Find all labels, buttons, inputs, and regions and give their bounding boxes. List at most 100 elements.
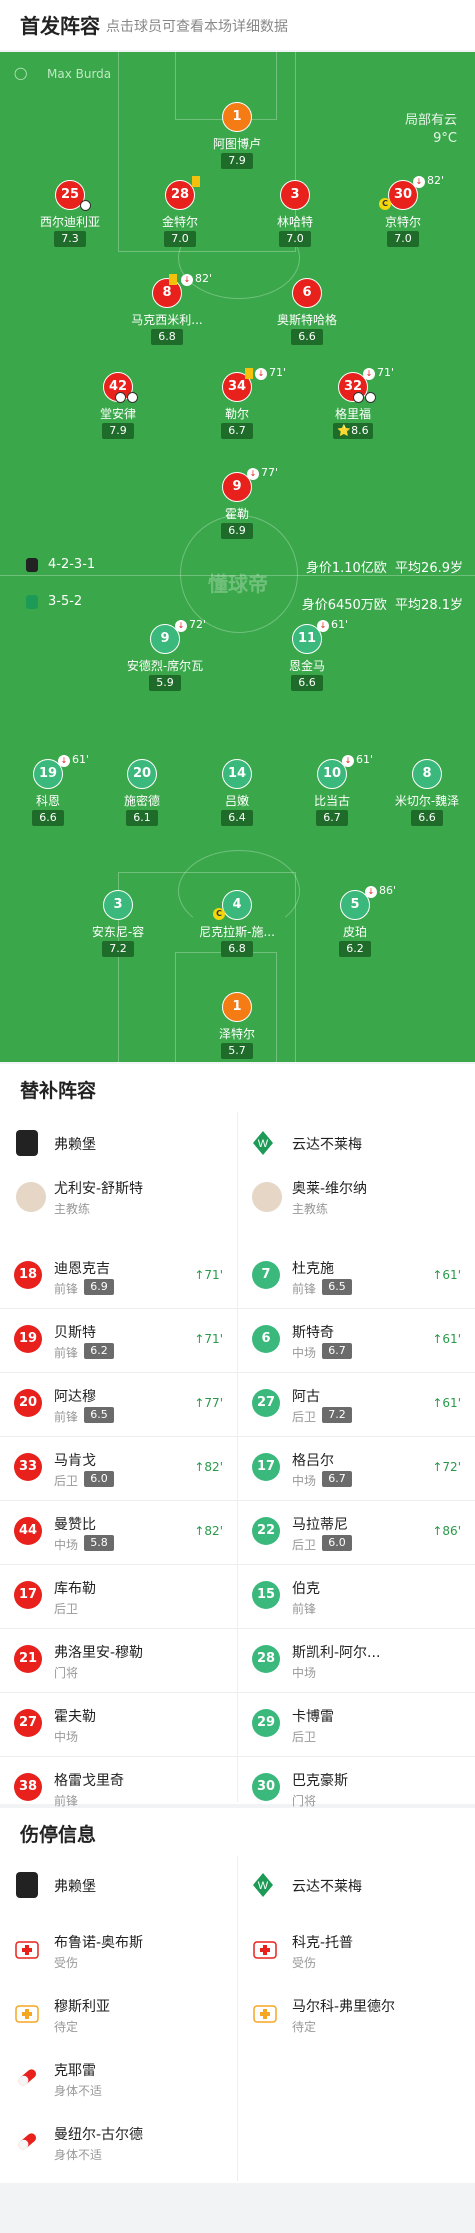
sub-in-time: ↑77' [194,1396,223,1410]
shirt-number: 19 [14,1325,42,1353]
home-player-42[interactable]: 42 堂安律 7.9 [68,372,168,452]
away-sub-row[interactable]: 15 伯克 前锋 [238,1564,475,1628]
home-player-8[interactable]: 8 ↓ 82' 马克西米利... 6.8 [117,272,217,358]
home-player-32[interactable]: 32 ↓ 71' 格里福 ⭐8.6 [303,366,403,452]
shirt-number: 38 [14,1773,42,1801]
player-name: 贝斯特 [54,1325,96,1341]
coach-label: 主教练 [292,1202,329,1216]
player-name: 布鲁诺-奥布斯 [54,1935,144,1951]
page-subtitle: 点击球员可查看本场详细数据 [106,19,288,35]
away-player-3[interactable]: 3 安东尼-容 7.2 [68,890,168,970]
sub-in-icon: ↑ [432,1524,443,1538]
away-injury-row[interactable]: 马尔科-弗里德尔 待定 [238,1982,475,2046]
away-sub-row[interactable]: 28 斯凯利-阿尔... 中场 [238,1628,475,1692]
away-sub-row[interactable]: 29 卡博雷 后卫 [238,1692,475,1756]
home-injury-row[interactable]: 布鲁诺-奥布斯 受伤 [0,1918,237,1982]
home-sub-row[interactable]: 20 阿达穆 前锋 6.5 ↑77' [0,1372,237,1436]
weather-temperature: 9°C [433,131,457,146]
sub-off-icon: ↓ [181,274,193,286]
home-coach-name[interactable]: 尤利安-舒斯特 [54,1178,143,1198]
sub-in-icon: ↑ [194,1460,205,1474]
weather: 局部有云 9°C [357,112,457,148]
away-sub-row[interactable]: 6 斯特奇 中场 6.7 ↑61' [238,1308,475,1372]
home-injury-row[interactable]: 穆斯利亚 待定 [0,1982,237,2046]
shirt-number: 33 [14,1453,42,1481]
player-name: 阿古 [292,1389,320,1405]
goal-ball-icon [353,392,364,403]
home-sub-row[interactable]: 21 弗洛里安-穆勒 门将 [0,1628,237,1692]
werder-logo-icon: W [252,1130,274,1156]
home-sub-row[interactable]: 33 马肯戈 后卫 6.0 ↑82' [0,1436,237,1500]
away-injury-row[interactable]: 科克-托普 受伤 [238,1918,475,1982]
sub-off-icon: ↓ [247,468,259,480]
coach-label: 主教练 [54,1202,91,1216]
shirt-number: 17 [14,1581,42,1609]
away-sub-row[interactable]: 7 杜克施 前锋 6.5 ↑61' [238,1244,475,1308]
home-player-6[interactable]: 6 奥斯特哈格 6.6 [257,278,357,358]
home-player-1[interactable]: 1 阿图博卢 7.9 [187,102,287,182]
home-player-28[interactable]: 28 金特尔 7.0 [130,176,230,260]
home-formation: 4-2-3-1 [26,557,95,572]
home-player-3[interactable]: 3 林哈特 7.0 [245,180,345,260]
home-sub-row[interactable]: 19 贝斯特 前锋 6.2 ↑71' [0,1308,237,1372]
home-injury-row[interactable]: 克耶雷 身体不适 [0,2046,237,2110]
freiburg-logo-icon [16,1872,38,1898]
player-name: 曼赞比 [54,1517,96,1533]
away-sub-row[interactable]: 22 马拉蒂尼 后卫 6.0 ↑86' [238,1500,475,1564]
home-sub-row[interactable]: 18 迪恩克吉 前锋 6.9 ↑71' [0,1244,237,1308]
referee-name: Max Burda [47,67,112,81]
page-title: 首发阵容 [20,14,100,38]
player-position: 中场 [54,1730,79,1744]
home-player-34[interactable]: 34 ↓ 71' 勒尔 6.7 [187,366,287,452]
watermark: 懂球帝 [208,572,268,596]
home-sub-row[interactable]: 27 霍夫勒 中场 [0,1692,237,1756]
away-player-5[interactable]: 5 ↓ 86' 皮珀 6.2 [305,884,405,970]
sub-off-icon: ↓ [413,176,425,188]
home-sub-row[interactable]: 44 曼赞比 中场 5.8 ↑82' [0,1500,237,1564]
home-player-9[interactable]: 9 ↓ 77' 霍勒 6.9 [187,466,287,552]
sub-off-icon: ↓ [317,620,329,632]
away-player-8[interactable]: 8 米切尔-魏泽 6.6 [377,759,475,839]
player-name: 霍夫勒 [54,1709,96,1725]
captain-icon: C [379,198,391,210]
whistle-icon: ◯ [14,66,28,80]
freiburg-logo-icon [16,1130,38,1156]
goal-ball-icon [127,392,138,403]
away-player-1[interactable]: 1 泽特尔 5.7 [187,992,287,1062]
sub-in-time: ↑71' [194,1268,223,1282]
player-rating: 6.7 [322,1471,352,1487]
player-position: 门将 [292,1794,317,1808]
away-player-9[interactable]: 9 ↓ 72' 安德烈-席尔瓦 5.9 [115,618,215,704]
player-position: 前锋 [292,1282,317,1296]
shirt-number: 6 [252,1325,280,1353]
away-player-4[interactable]: 4 C 尼克拉斯-施... 6.8 [187,890,287,970]
away-sub-row[interactable]: 27 阿古 后卫 7.2 ↑61' [238,1372,475,1436]
home-injury-row[interactable]: 曼纽尔-古尔德 身体不适 [0,2110,237,2174]
section-title: 伤停信息 [20,1824,97,1846]
shirt-number: 21 [14,1645,42,1673]
sub-off-icon: ↓ [365,886,377,898]
player-rating: 7.2 [322,1407,352,1423]
injury-status: 身体不适 [54,2084,103,2098]
home-team-name: 弗赖堡 [54,1879,96,1895]
player-rating: 5.8 [84,1535,114,1551]
home-sub-row[interactable]: 17 库布勒 后卫 [0,1564,237,1628]
substitutes-section: 替补阵容 弗赖堡 W 云达不莱梅 尤利安-舒斯特 主教练 奥莱-维尔纳 主教练 … [0,1064,475,1821]
injury-status: 受伤 [292,1956,317,1970]
sub-in-icon: ↑ [194,1524,205,1538]
player-position: 前锋 [292,1602,317,1616]
away-player-11[interactable]: 11 ↓ 61' 恩金马 6.6 [257,618,357,704]
player-name: 库布勒 [54,1581,96,1597]
shirt-number: 7 [252,1261,280,1289]
home-player-30[interactable]: 30 ↓ 82' C 京特尔 7.0 [353,174,453,260]
player-rating: 6.5 [84,1407,114,1423]
injury-status: 身体不适 [54,2148,103,2162]
away-coach-name[interactable]: 奥莱-维尔纳 [292,1178,367,1198]
sub-off-icon: ↓ [255,368,267,380]
away-sub-row[interactable]: 17 格吕尔 中场 6.7 ↑72' [238,1436,475,1500]
shirt-number: 27 [252,1389,280,1417]
home-player-25[interactable]: 25 西尔迪利亚 7.3 [20,180,120,260]
player-rating: 6.0 [84,1471,114,1487]
player-rating: 6.7 [322,1343,352,1359]
player-position: 前锋 [54,1410,79,1424]
